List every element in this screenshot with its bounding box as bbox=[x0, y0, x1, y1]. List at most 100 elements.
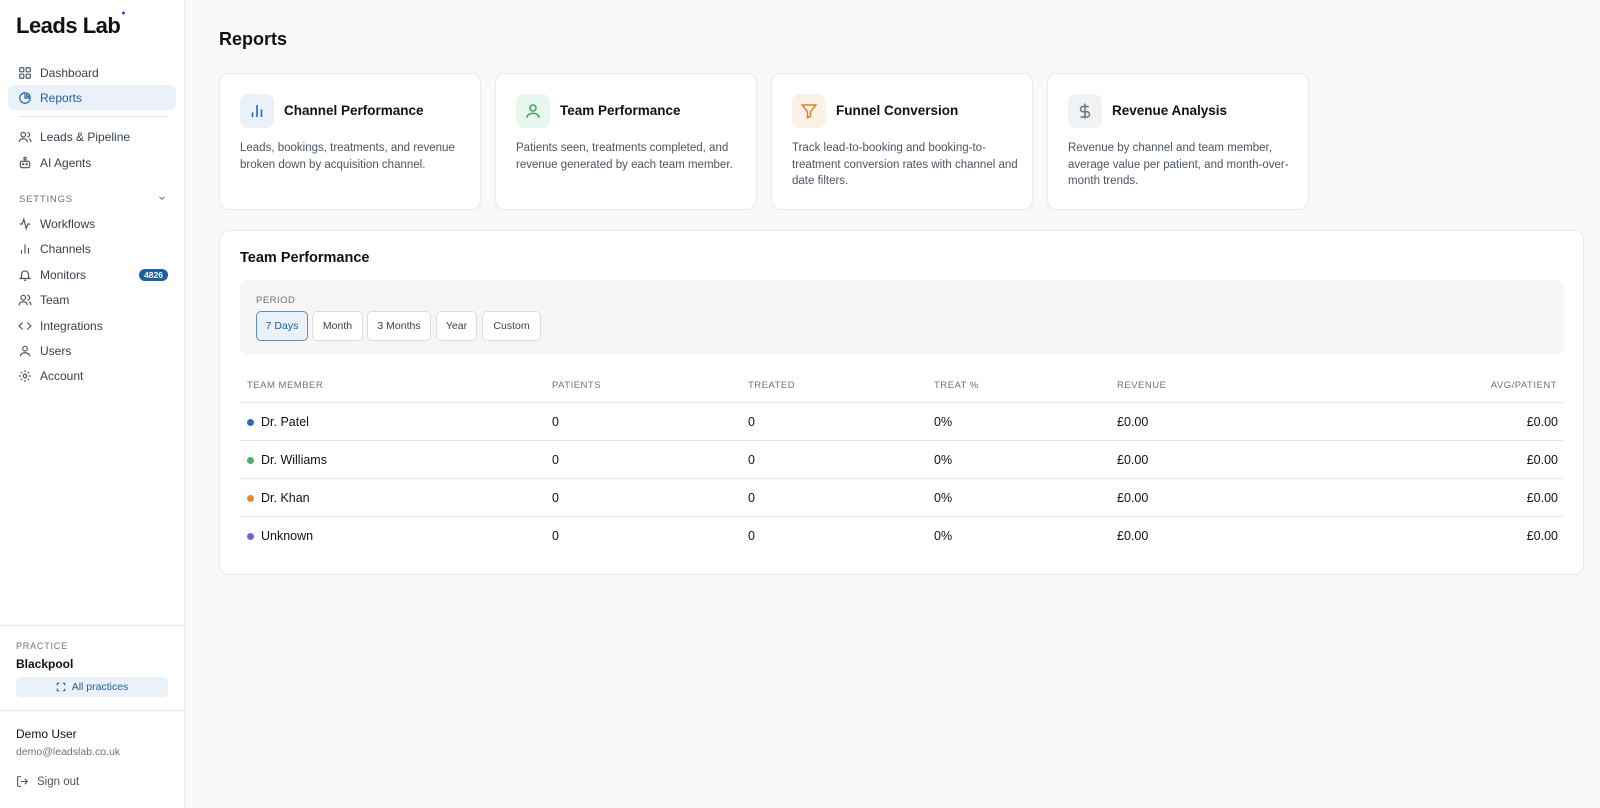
treat-pct-value: 0% bbox=[934, 529, 953, 543]
report-card-team-performance[interactable]: Team Performance Patients seen, treatmen… bbox=[495, 73, 757, 210]
card-title: Channel Performance bbox=[284, 103, 424, 118]
nav-leads-pipeline[interactable]: Leads & Pipeline bbox=[8, 124, 176, 149]
nav-account[interactable]: Account bbox=[8, 363, 176, 388]
card-title: Team Performance bbox=[560, 103, 681, 118]
period-year-button[interactable]: Year bbox=[436, 311, 477, 341]
card-description: Patients seen, treatments completed, and… bbox=[516, 142, 733, 171]
nav-workflows[interactable]: Workflows bbox=[8, 211, 176, 236]
member-name: Unknown bbox=[261, 529, 314, 543]
panel-title: Team Performance bbox=[240, 250, 370, 266]
nav-team[interactable]: Team bbox=[8, 287, 176, 312]
period-filter: PERIOD 7 Days Month 3 Months Year Custom bbox=[240, 280, 1564, 355]
user-section: Demo User demo@leadslab.co.uk Sign out bbox=[0, 710, 185, 808]
logo-text: Leads Lab bbox=[16, 13, 121, 38]
page-title: Reports bbox=[219, 29, 288, 49]
column-header-avg-patient[interactable]: AVG/PATIENT bbox=[1491, 380, 1557, 391]
card-description: Leads, bookings, treatments, and revenue… bbox=[240, 142, 455, 171]
member-color-dot bbox=[247, 419, 254, 426]
avg-patient-value: £0.00 bbox=[1526, 491, 1558, 505]
member-color-dot bbox=[247, 533, 254, 540]
avg-patient-value: £0.00 bbox=[1526, 415, 1558, 429]
treated-value: 0 bbox=[748, 491, 755, 505]
practice-label: PRACTICE bbox=[16, 641, 68, 651]
nav-divider bbox=[18, 116, 168, 117]
report-card-funnel-conversion[interactable]: Funnel Conversion Track lead-to-booking … bbox=[771, 73, 1033, 210]
monitors-count-badge: 4826 bbox=[139, 268, 168, 281]
user-name: Demo User bbox=[16, 727, 77, 741]
column-header-patients[interactable]: PATIENTS bbox=[552, 380, 601, 391]
user-icon bbox=[18, 344, 32, 358]
sign-out-button[interactable]: Sign out bbox=[16, 775, 79, 788]
revenue-value: £0.00 bbox=[1117, 529, 1149, 543]
table-row[interactable]: Dr. Patel 0 0 0% £0.00 £0.00 bbox=[240, 402, 1564, 440]
patients-value: 0 bbox=[552, 529, 559, 543]
sidebar: Leads Lab● Dashboard Reports Leads & Pip… bbox=[0, 0, 185, 808]
report-card-revenue-analysis[interactable]: Revenue Analysis Revenue by channel and … bbox=[1047, 73, 1309, 210]
table-row[interactable]: Dr. Khan 0 0 0% £0.00 £0.00 bbox=[240, 478, 1564, 516]
bar-chart-icon bbox=[18, 242, 32, 256]
table-row[interactable]: Unknown 0 0 0% £0.00 £0.00 bbox=[240, 516, 1564, 554]
chevron-down-icon bbox=[157, 193, 167, 206]
nav-label: AI Agents bbox=[40, 155, 92, 170]
sign-out-label: Sign out bbox=[37, 775, 80, 788]
member-name: Dr. Patel bbox=[261, 415, 309, 429]
settings-section-toggle[interactable]: SETTINGS bbox=[19, 193, 167, 206]
bar-chart-icon bbox=[240, 94, 274, 128]
revenue-value: £0.00 bbox=[1117, 453, 1149, 467]
member-name: Dr. Khan bbox=[261, 491, 310, 505]
nav-label: Users bbox=[40, 343, 72, 358]
all-practices-button[interactable]: All practices bbox=[16, 677, 168, 697]
nav-dashboard[interactable]: Dashboard bbox=[8, 60, 176, 85]
logout-icon bbox=[16, 775, 29, 788]
users-icon bbox=[18, 293, 32, 307]
member-name: Dr. Williams bbox=[261, 453, 327, 467]
nav-users[interactable]: Users bbox=[8, 338, 176, 363]
app-logo[interactable]: Leads Lab● bbox=[16, 10, 126, 39]
table-row[interactable]: Dr. Williams 0 0 0% £0.00 £0.00 bbox=[240, 440, 1564, 478]
report-card-channel-performance[interactable]: Channel Performance Leads, bookings, tre… bbox=[219, 73, 481, 210]
nav-label: Team bbox=[40, 292, 70, 307]
user-email: demo@leadslab.co.uk bbox=[16, 746, 121, 758]
dollar-icon bbox=[1068, 94, 1102, 128]
bell-icon bbox=[18, 268, 32, 282]
patients-value: 0 bbox=[552, 453, 559, 467]
settings-label: SETTINGS bbox=[19, 194, 73, 205]
nav-ai-agents[interactable]: AI Agents bbox=[8, 150, 176, 175]
users-icon bbox=[18, 130, 32, 144]
column-header-treat-pct[interactable]: TREAT % bbox=[934, 380, 979, 391]
filter-icon bbox=[792, 94, 826, 128]
column-header-team-member[interactable]: TEAM MEMBER bbox=[247, 380, 323, 391]
treat-pct-value: 0% bbox=[934, 491, 953, 505]
nav-integrations[interactable]: Integrations bbox=[8, 313, 176, 338]
card-description: Revenue by channel and team member, aver… bbox=[1068, 142, 1289, 187]
patients-value: 0 bbox=[552, 415, 559, 429]
grid-icon bbox=[18, 66, 32, 80]
member-color-dot bbox=[247, 495, 254, 502]
avg-patient-value: £0.00 bbox=[1526, 529, 1558, 543]
treat-pct-value: 0% bbox=[934, 415, 953, 429]
column-header-revenue[interactable]: REVENUE bbox=[1117, 380, 1166, 391]
nav-label: Dashboard bbox=[40, 65, 99, 80]
code-icon bbox=[18, 319, 32, 333]
practice-name: Blackpool bbox=[16, 657, 74, 671]
card-title: Funnel Conversion bbox=[836, 103, 959, 118]
treated-value: 0 bbox=[748, 415, 755, 429]
pie-chart-icon bbox=[18, 91, 32, 105]
column-header-treated[interactable]: TREATED bbox=[748, 380, 795, 391]
period-month-button[interactable]: Month bbox=[312, 311, 363, 341]
nav-label: Channels bbox=[40, 241, 91, 256]
period-7-days-button[interactable]: 7 Days bbox=[256, 311, 308, 341]
nav-label: Workflows bbox=[40, 216, 96, 231]
period-custom-button[interactable]: Custom bbox=[482, 311, 541, 341]
team-performance-panel: Team Performance PERIOD 7 Days Month 3 M… bbox=[219, 230, 1584, 575]
card-title: Revenue Analysis bbox=[1112, 103, 1228, 118]
nav-reports[interactable]: Reports bbox=[8, 85, 176, 110]
member-color-dot bbox=[247, 457, 254, 464]
robot-icon bbox=[18, 156, 32, 170]
nav-monitors[interactable]: Monitors 4826 bbox=[8, 262, 176, 287]
user-icon bbox=[516, 94, 550, 128]
nav-label: Account bbox=[40, 368, 84, 383]
nav-channels[interactable]: Channels bbox=[8, 236, 176, 261]
avg-patient-value: £0.00 bbox=[1526, 453, 1558, 467]
period-3-months-button[interactable]: 3 Months bbox=[367, 311, 431, 341]
